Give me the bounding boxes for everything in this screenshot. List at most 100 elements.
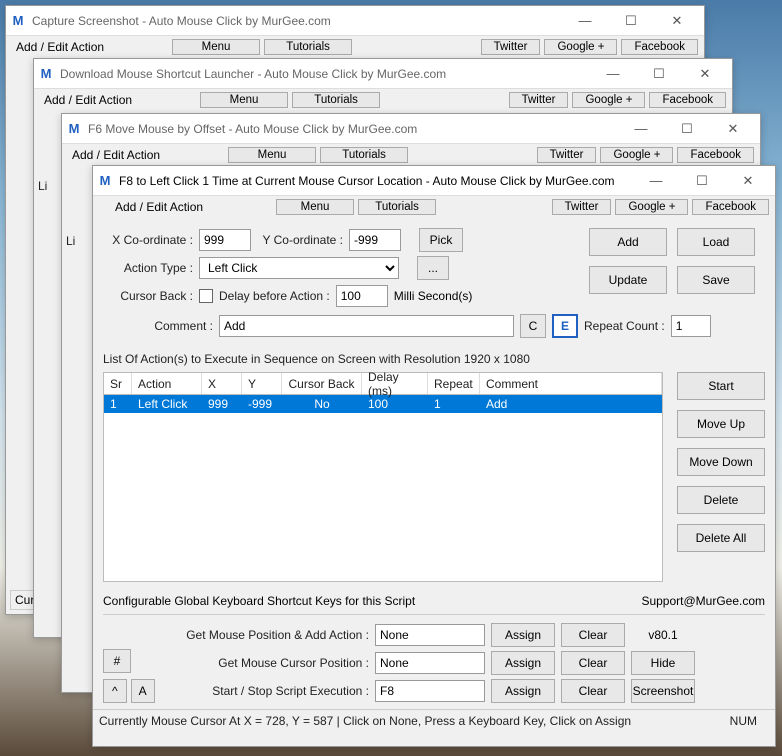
start-stop-input[interactable] [375,680,485,702]
titlebar: M F6 Move Mouse by Offset - Auto Mouse C… [62,114,760,144]
menu-twitter[interactable]: Twitter [537,147,597,163]
menu-menu[interactable]: Menu [172,39,260,55]
maximize-button[interactable]: ☐ [664,115,710,143]
col-y[interactable]: Y [242,373,282,394]
menu-menu[interactable]: Menu [228,147,316,163]
get-pos-add-input[interactable] [375,624,485,646]
menu-add-edit[interactable]: Add / Edit Action [38,93,138,107]
delay-units: Milli Second(s) [394,289,473,303]
repeat-input[interactable] [671,315,711,337]
minimize-button[interactable]: — [633,167,679,195]
move-down-button[interactable]: Move Down [677,448,765,476]
menu-menu[interactable]: Menu [200,92,288,108]
menu-facebook[interactable]: Facebook [692,199,769,215]
menu-tutorials[interactable]: Tutorials [264,39,352,55]
col-comment[interactable]: Comment [480,373,662,394]
titlebar: M Capture Screenshot - Auto Mouse Click … [6,6,704,36]
comment-label: Comment : [103,319,213,333]
list-row[interactable]: 1 Left Click 999 -999 No 100 1 Add [104,395,662,413]
list-header: Sr Action X Y Cursor Back Delay (ms) Rep… [103,372,663,394]
maximize-button[interactable]: ☐ [636,60,682,88]
caret-button[interactable]: ^ [103,679,127,703]
maximize-button[interactable]: ☐ [679,167,725,195]
col-delay[interactable]: Delay (ms) [362,373,428,394]
minimize-button[interactable]: — [562,7,608,35]
menu-add-edit[interactable]: Add / Edit Action [66,148,166,162]
menu-google[interactable]: Google + [544,39,617,55]
close-button[interactable]: ✕ [682,60,728,88]
load-button[interactable]: Load [677,228,755,256]
col-cursor[interactable]: Cursor Back [282,373,362,394]
delete-all-button[interactable]: Delete All [677,524,765,552]
window-title: Download Mouse Shortcut Launcher - Auto … [60,67,590,81]
action-type-label: Action Type : [103,261,193,275]
cursor-back-checkbox[interactable] [199,289,213,303]
menu-google[interactable]: Google + [600,147,673,163]
x-input[interactable] [199,229,251,251]
app-icon: M [10,13,26,29]
repeat-label: Repeat Count : [584,319,665,333]
assign-startstop-button[interactable]: Assign [491,679,555,703]
titlebar: M Download Mouse Shortcut Launcher - Aut… [34,59,732,89]
menu-tutorials[interactable]: Tutorials [320,147,408,163]
hide-button[interactable]: Hide [631,651,695,675]
menu-facebook[interactable]: Facebook [621,39,698,55]
minimize-button[interactable]: — [618,115,664,143]
menu-tutorials[interactable]: Tutorials [358,199,436,215]
col-x[interactable]: X [202,373,242,394]
menu-facebook[interactable]: Facebook [649,92,726,108]
action-type-select[interactable]: Left Click [199,257,399,279]
menu-add-edit[interactable]: Add / Edit Action [109,200,209,214]
y-label: Y Co-ordinate : [257,233,343,247]
menubar: Add / Edit Action Menu Tutorials Twitter… [93,196,775,218]
label-fragment: Li [66,234,75,248]
action-options-button[interactable]: ... [417,256,449,280]
get-cursor-input[interactable] [375,652,485,674]
save-button[interactable]: Save [677,266,755,294]
add-button[interactable]: Add [589,228,667,256]
move-up-button[interactable]: Move Up [677,410,765,438]
menu-twitter[interactable]: Twitter [552,199,612,215]
screenshot-button[interactable]: Screenshot [631,679,695,703]
minimize-button[interactable]: — [590,60,636,88]
maximize-button[interactable]: ☐ [608,7,654,35]
menu-twitter[interactable]: Twitter [509,92,569,108]
c-button[interactable]: C [520,314,546,338]
e-button[interactable]: E [552,314,578,338]
menu-google[interactable]: Google + [615,199,688,215]
menubar: Add / Edit Action Menu Tutorials Twitter… [62,144,760,166]
start-stop-label: Start / Stop Script Execution : [151,684,369,698]
app-icon: M [66,121,82,137]
delete-button[interactable]: Delete [677,486,765,514]
close-button[interactable]: ✕ [710,115,756,143]
assign-cursor-button[interactable]: Assign [491,651,555,675]
pick-button[interactable]: Pick [419,228,463,252]
comment-input[interactable] [219,315,514,337]
assign-pos-add-button[interactable]: Assign [491,623,555,647]
menu-facebook[interactable]: Facebook [677,147,754,163]
support-link[interactable]: Support@MurGee.com [641,594,765,608]
shortcuts-header: Configurable Global Keyboard Shortcut Ke… [103,594,415,608]
col-action[interactable]: Action [132,373,202,394]
statusbar: Currently Mouse Cursor At X = 728, Y = 5… [93,709,775,731]
status-num: NUM [730,714,757,728]
delay-input[interactable] [336,285,388,307]
window-title: Capture Screenshot - Auto Mouse Click by… [32,14,562,28]
menu-add-edit[interactable]: Add / Edit Action [10,40,110,54]
clear-pos-add-button[interactable]: Clear [561,623,625,647]
start-button[interactable]: Start [677,372,765,400]
update-button[interactable]: Update [589,266,667,294]
menu-google[interactable]: Google + [572,92,645,108]
col-sr[interactable]: Sr [104,373,132,394]
close-button[interactable]: ✕ [654,7,700,35]
y-input[interactable] [349,229,401,251]
action-list[interactable]: 1 Left Click 999 -999 No 100 1 Add [103,394,663,582]
clear-cursor-button[interactable]: Clear [561,651,625,675]
close-button[interactable]: ✕ [725,167,771,195]
col-repeat[interactable]: Repeat [428,373,480,394]
menu-menu[interactable]: Menu [276,199,354,215]
menu-twitter[interactable]: Twitter [481,39,541,55]
clear-startstop-button[interactable]: Clear [561,679,625,703]
menu-tutorials[interactable]: Tutorials [292,92,380,108]
hash-button[interactable]: # [103,649,131,673]
